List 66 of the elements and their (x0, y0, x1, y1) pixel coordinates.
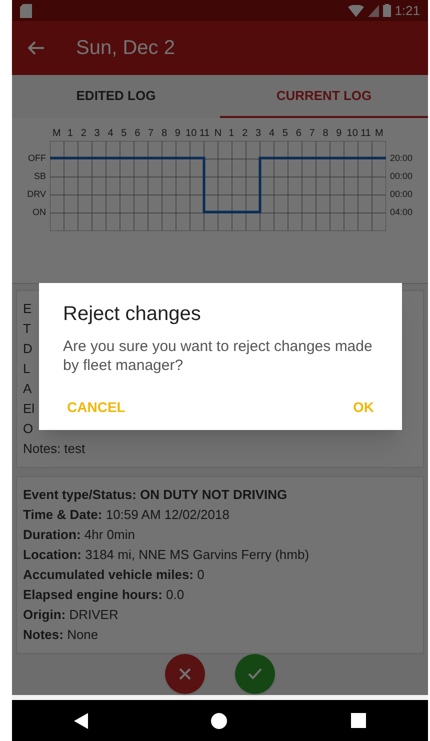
wifi-icon (348, 4, 364, 17)
hour-label: 8 (322, 126, 330, 141)
app-title: Sun, Dec 2 (76, 36, 175, 62)
hour-label: 1 (228, 126, 236, 141)
event-detail: L (23, 360, 30, 378)
hour-label: M (374, 126, 384, 141)
status-total: 00:00 (390, 188, 414, 201)
event-detail: Event type/Status: ON DUTY NOT DRIVING (23, 486, 288, 504)
hour-label: 3 (93, 126, 101, 141)
hour-label: 8 (160, 126, 168, 141)
checkmark-icon (248, 668, 262, 680)
home-icon[interactable] (211, 712, 228, 728)
status-label: ON (32, 206, 46, 219)
hour-label: M (52, 126, 62, 141)
hour-label: 7 (308, 126, 316, 141)
back-icon[interactable] (74, 712, 88, 728)
signal-icon (368, 4, 379, 17)
hour-label: N (213, 126, 223, 141)
status-label: SB (32, 170, 46, 183)
event-detail: Origin: DRIVER (23, 606, 118, 624)
event-detail: Notes: None (23, 626, 98, 644)
hour-label: 5 (120, 126, 128, 141)
hour-label: 4 (106, 126, 114, 141)
status-total: 00:00 (390, 170, 414, 183)
event-detail: E (23, 300, 32, 318)
status-total: 20:00 (390, 152, 414, 165)
status-label: DRV (26, 188, 46, 201)
hour-label: 11 (360, 126, 372, 141)
event-detail: Elapsed engine hours: 0.0 (23, 586, 184, 604)
sd-card-icon (20, 4, 32, 18)
event-detail: A (23, 380, 32, 398)
event-detail: Accumulated vehicle miles: 0 (23, 566, 204, 584)
reject-button[interactable] (165, 654, 205, 694)
event-detail: O (23, 420, 34, 438)
back-arrow-icon[interactable] (28, 41, 44, 56)
hour-label: 6 (294, 126, 302, 141)
event-detail: D (23, 340, 32, 358)
status-label: OFF (27, 152, 46, 165)
hour-label: 4 (268, 126, 276, 141)
status-time: 1:21 (394, 2, 420, 20)
hour-label: 9 (335, 126, 343, 141)
hour-label: 11 (198, 126, 211, 141)
event-detail: Duration: 4hr 0min (23, 526, 135, 544)
dialog-button[interactable]: CANCEL (63, 393, 130, 422)
dialog-title: Reject changes (63, 302, 202, 327)
hour-label: 6 (134, 126, 142, 141)
event-detail: Time & Date: 10:59 AM 12/02/2018 (23, 506, 230, 524)
hour-label: 10 (184, 126, 198, 141)
event-detail: Location: 3184 mi, NNE MS Garvins Ferry (hmb) (23, 546, 310, 564)
hour-label: 1 (66, 126, 74, 141)
recents-icon[interactable] (351, 713, 366, 728)
hour-label: 7 (147, 126, 155, 141)
hour-label: 10 (346, 126, 359, 141)
dialog-button[interactable]: OK (349, 393, 378, 422)
hour-label: 2 (80, 126, 88, 141)
status-total: 04:00 (390, 206, 414, 219)
hour-label: 9 (174, 126, 182, 141)
event-detail: El (23, 400, 35, 418)
close-icon (179, 668, 191, 680)
battery-icon (382, 4, 391, 18)
dialog-message: Are you sure you want to reject changes made by fleet manager? (63, 337, 374, 375)
hour-label: 2 (241, 126, 249, 141)
hour-label: 5 (281, 126, 289, 141)
event-detail: Notes: test (23, 440, 86, 458)
event-detail: T (23, 320, 31, 338)
hour-label: 3 (254, 126, 262, 141)
